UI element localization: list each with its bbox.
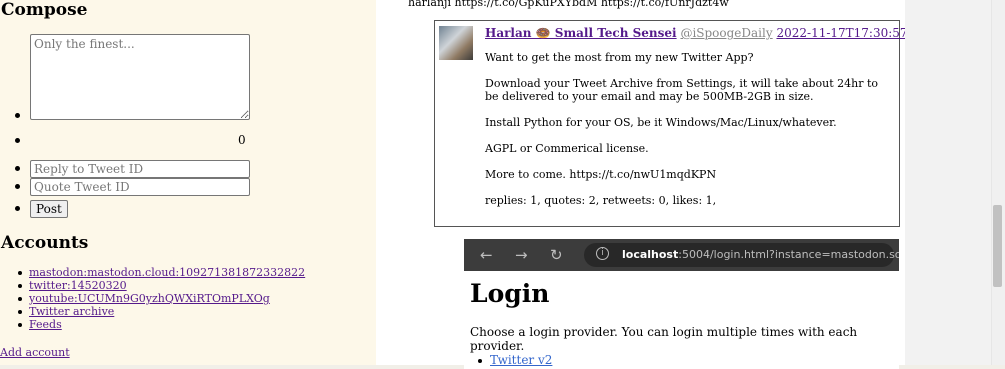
tweet-stats: replies: 1, quotes: 2, retweets: 0, like… xyxy=(485,194,717,207)
login-description: Choose a login provider. You can login m… xyxy=(470,325,858,353)
author-handle-link[interactable]: @iSpoogeDaily xyxy=(680,26,772,40)
tweet-card: Harlan 🍩 Small Tech Sensei @iSpoogeDaily… xyxy=(434,20,997,227)
account-link-mastodon[interactable]: mastodon:mastodon.cloud:1092713818723328… xyxy=(29,266,305,279)
author-name-link[interactable]: Harlan 🍩 Small Tech Sensei xyxy=(485,26,677,40)
list-item: Twitter archive xyxy=(17,305,305,318)
compose-sidebar: Compose 0 Post Accounts mastodon:mastodo… xyxy=(0,0,376,365)
reply-to-input[interactable] xyxy=(30,160,250,178)
post-button[interactable]: Post xyxy=(30,200,68,218)
list-item: youtube:UCUMn9G0yzhQWXiRTOmPLXOg xyxy=(17,292,305,305)
avatar[interactable] xyxy=(439,26,473,60)
list-bullet xyxy=(15,166,20,171)
tweet-paragraph: Install Python for your OS, be it Window… xyxy=(485,116,837,129)
account-link-twitter-archive[interactable]: Twitter archive xyxy=(29,305,114,318)
add-account-link[interactable]: Add account xyxy=(0,346,70,359)
reload-icon: ↻ xyxy=(550,246,563,264)
back-arrow-icon: ← xyxy=(480,246,493,264)
list-bullet xyxy=(15,113,20,118)
list-item: twitter:14520320 xyxy=(17,279,305,292)
list-item: mastodon:mastodon.cloud:1092713818723328… xyxy=(17,266,305,279)
account-link-feeds[interactable]: Feeds xyxy=(29,318,62,331)
scrollbar-thumb[interactable] xyxy=(993,205,1002,287)
url-path: :5004/login.html?instance=mastodon.socia… xyxy=(678,248,899,261)
tweet-paragraph: More to come. https://t.co/nwU1mqdKPN xyxy=(485,168,717,181)
list-bullet xyxy=(15,206,20,211)
account-link-youtube[interactable]: youtube:UCUMn9G0yzhQWXiRTOmPLXOg xyxy=(29,292,270,305)
browser-toolbar: ← → ↻ i localhost:5004/login.html?instan… xyxy=(464,239,899,271)
char-counter: 0 xyxy=(238,133,246,147)
tweet-paragraph: Want to get the most from my new Twitter… xyxy=(485,51,754,64)
list-bullet xyxy=(15,138,20,143)
previous-tweet-text: harlanji https://t.co/GpKuPXYbdM https:/… xyxy=(408,0,729,9)
list-item: Feeds xyxy=(17,318,305,331)
url-host: localhost xyxy=(622,248,679,261)
address-url: localhost:5004/login.html?instance=masto… xyxy=(622,248,899,261)
forward-arrow-icon: → xyxy=(515,246,528,264)
quote-tweet-input[interactable] xyxy=(30,178,250,196)
accounts-heading: Accounts xyxy=(1,233,89,253)
info-icon: i xyxy=(596,247,609,260)
compose-textarea[interactable] xyxy=(30,34,250,120)
embedded-screenshot: ← → ↻ i localhost:5004/login.html?instan… xyxy=(464,239,899,369)
tweet-paragraph: Download your Tweet Archive from Setting… xyxy=(485,77,879,103)
right-gutter xyxy=(905,0,991,365)
list-bullet xyxy=(15,184,20,189)
accounts-list: mastodon:mastodon.cloud:1092713818723328… xyxy=(17,266,305,331)
login-heading: Login xyxy=(470,279,550,308)
tweet-paragraph: AGPL or Commerical license. xyxy=(485,142,649,155)
compose-heading: Compose xyxy=(1,0,88,20)
scrollbar-track[interactable] xyxy=(991,0,1005,365)
account-link-twitter[interactable]: twitter:14520320 xyxy=(29,279,127,292)
tweet-body: Want to get the most from my new Twitter… xyxy=(485,51,895,220)
